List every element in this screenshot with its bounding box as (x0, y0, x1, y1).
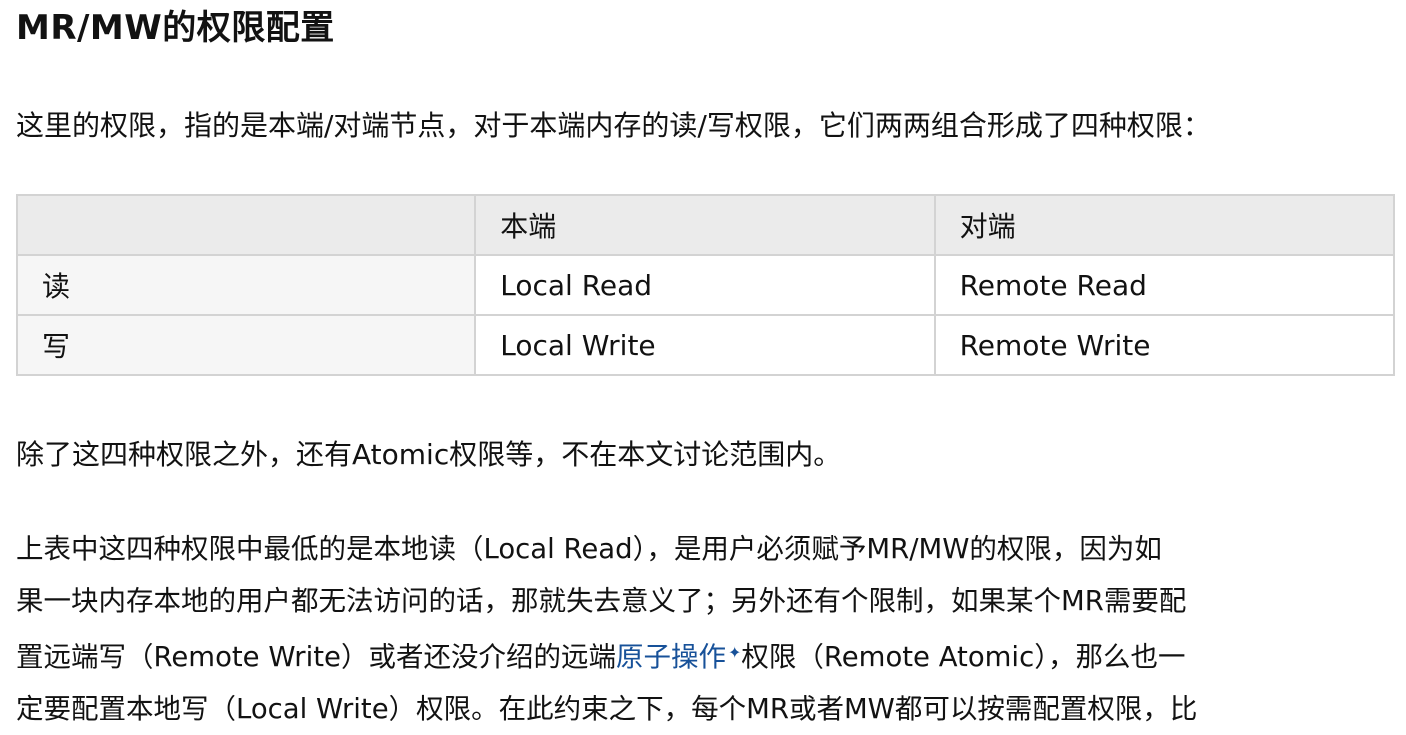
body-text: 权限（Remote Atomic），那么也一 (741, 641, 1186, 673)
table-header-row: 本端 对端 (15, 194, 1396, 256)
intro-paragraph: 这里的权限，指的是本端/对端节点，对于本端内存的读/写权限，它们两两组合形成了四… (16, 109, 1211, 142)
atomic-operation-link[interactable]: 原子操作 ✦ (616, 641, 741, 673)
body-text: 置远端写（Remote Write）或者还没介绍的远端 (16, 641, 616, 673)
table-header-cell: 对端 (933, 194, 1396, 256)
note-paragraph: 除了这四种权限之外，还有Atomic权限等，不在本文讨论范围内。 (16, 438, 842, 471)
body-line: 置远端写（Remote Write）或者还没介绍的远端原子操作 ✦权限（Remot… (16, 627, 1197, 683)
table-cell: Local Read (474, 254, 936, 316)
table-header-cell: 本端 (474, 194, 936, 256)
section-heading: MR/MW的权限配置 (16, 8, 335, 48)
row-label-cell: 写 (15, 314, 477, 376)
table-row: 写 Local Write Remote Write (15, 314, 1396, 376)
body-line: 上表中这四种权限中最低的是本地读（Local Read），是用户必须赋予MR/M… (16, 533, 1162, 565)
body-line: 果一块内存本地的用户都无法访问的话，那就失去意义了；另外还有个限制，如果某个MR… (16, 585, 1187, 617)
permission-table: 本端 对端 读 Local Read Remote Read 写 Local W… (15, 194, 1396, 376)
table-cell: Remote Write (933, 314, 1396, 376)
sparkle-icon: ✦ (727, 643, 742, 662)
table-header-cell (15, 194, 477, 256)
row-label-cell: 读 (15, 254, 477, 316)
body-paragraph: 上表中这四种权限中最低的是本地读（Local Read），是用户必须赋予MR/M… (16, 523, 1197, 735)
table-cell: Local Write (474, 314, 936, 376)
link-text: 原子操作 (615, 641, 726, 673)
body-line: 定要配置本地写（Local Write）权限。在此约束之下，每个MR或者MW都可… (16, 693, 1198, 725)
table-cell: Remote Read (933, 254, 1396, 316)
table-row: 读 Local Read Remote Read (15, 254, 1396, 316)
